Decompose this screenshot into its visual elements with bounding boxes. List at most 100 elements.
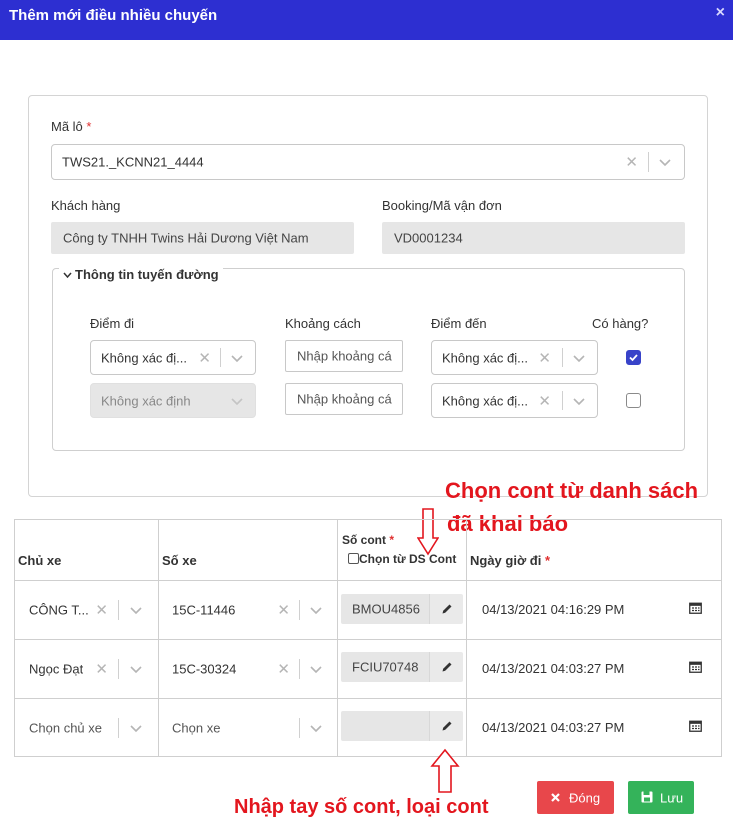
chevron-down-icon[interactable]: [129, 605, 143, 615]
cont-value: BMOU4856: [352, 601, 420, 617]
cont-input[interactable]: [341, 711, 429, 741]
col-divider: [337, 520, 338, 756]
header-cont: Số cont *: [342, 533, 395, 547]
select-divider: [562, 348, 563, 367]
booking-field: VD0001234: [382, 222, 685, 254]
checkmark-icon: [629, 354, 638, 362]
chevron-down-icon[interactable]: [572, 353, 586, 363]
departure-value[interactable]: 04/13/2021 04:03:27 PM: [482, 720, 624, 735]
calendar-icon[interactable]: [689, 720, 702, 732]
clear-icon[interactable]: ✕: [538, 392, 551, 410]
to-value: Không xác đị...: [442, 350, 528, 365]
choose-from-list-checkbox[interactable]: [348, 553, 359, 564]
khach-hang-field: Công ty TNHH Twins Hải Dương Việt Nam: [51, 222, 354, 254]
to-select[interactable]: Không xác đị... ✕: [431, 383, 598, 418]
owner-placeholder: Chọn chủ xe: [29, 720, 102, 736]
cont-input[interactable]: FCIU70748: [341, 652, 429, 682]
row-divider: [15, 580, 721, 581]
to-select[interactable]: Không xác đị... ✕: [431, 340, 598, 375]
chevron-down-icon[interactable]: [309, 664, 323, 674]
row-divider: [15, 639, 721, 640]
departure-value[interactable]: 04/13/2021 04:16:29 PM: [482, 602, 624, 617]
vehicle-value: 15C-11446: [172, 602, 236, 618]
distance-input[interactable]: Nhập khoảng cá: [285, 340, 403, 372]
row-divider: [15, 698, 721, 699]
chevron-down-icon[interactable]: [309, 723, 323, 733]
clear-icon[interactable]: ✕: [625, 153, 638, 171]
select-divider: [118, 718, 119, 738]
clear-icon[interactable]: ✕: [277, 660, 290, 678]
col-to-label: Điểm đến: [431, 316, 487, 331]
chevron-down-icon[interactable]: [572, 396, 586, 406]
clear-icon[interactable]: ✕: [95, 601, 108, 619]
from-select[interactable]: Không xác đị... ✕: [90, 340, 256, 375]
owner-value: CÔNG T...: [29, 602, 89, 618]
cont-value: FCIU70748: [352, 659, 419, 675]
close-icon[interactable]: ×: [716, 4, 725, 22]
calendar-icon[interactable]: [689, 661, 702, 673]
vehicle-select[interactable]: 15C-30324 ✕: [161, 651, 331, 687]
edit-cont-button[interactable]: [429, 652, 463, 682]
col-divider: [158, 520, 159, 756]
has-goods-checkbox[interactable]: [626, 350, 641, 365]
edit-cont-button[interactable]: [429, 711, 463, 741]
owner-select[interactable]: CÔNG T... ✕: [18, 592, 152, 628]
select-divider: [220, 348, 221, 367]
pencil-icon: [442, 604, 452, 614]
pencil-icon: [442, 662, 452, 672]
select-divider: [648, 152, 649, 172]
select-divider: [118, 659, 119, 679]
route-legend[interactable]: Thông tin tuyến đường: [59, 267, 223, 282]
annotation-top-line1: Chọn cont từ danh sách: [445, 478, 699, 503]
save-button-label: Lưu: [660, 790, 684, 805]
distance-input[interactable]: Nhập khoảng cá: [285, 383, 403, 415]
chevron-down-icon[interactable]: [129, 664, 143, 674]
save-button[interactable]: Lưu: [628, 781, 694, 814]
from-value: Không xác đị...: [101, 350, 187, 365]
col-divider: [466, 520, 467, 756]
chevron-icon: [63, 272, 72, 279]
clear-icon[interactable]: ✕: [95, 660, 108, 678]
select-divider: [299, 600, 300, 620]
cont-field[interactable]: BMOU4856: [341, 594, 463, 624]
owner-value: Ngọc Đạt: [29, 661, 84, 677]
header-owner: Chủ xe: [18, 553, 62, 568]
col-from-label: Điểm đi: [90, 316, 135, 331]
header-vehicle: Số xe: [162, 553, 197, 568]
chevron-down-icon[interactable]: [230, 353, 244, 363]
from-select-disabled: Không xác định: [90, 383, 256, 418]
arrow-up-icon: [430, 748, 460, 793]
khach-hang-value: Công ty TNHH Twins Hải Dương Việt Nam: [63, 230, 309, 246]
vehicle-placeholder: Chọn xe: [172, 720, 221, 736]
cont-input[interactable]: BMOU4856: [341, 594, 429, 624]
owner-select[interactable]: Chọn chủ xe: [18, 710, 152, 746]
select-divider: [118, 600, 119, 620]
close-button[interactable]: Đóng: [537, 781, 614, 814]
pencil-icon: [442, 721, 452, 731]
owner-select[interactable]: Ngọc Đạt ✕: [18, 651, 152, 687]
has-goods-checkbox[interactable]: [626, 393, 641, 408]
cont-field[interactable]: FCIU70748: [341, 652, 463, 682]
save-icon: [641, 791, 653, 803]
vehicle-select[interactable]: Chọn xe: [161, 710, 331, 746]
select-divider: [299, 659, 300, 679]
vehicle-value: 15C-30324: [172, 661, 237, 677]
clear-icon[interactable]: ✕: [538, 349, 551, 367]
chevron-down-icon[interactable]: [658, 157, 672, 167]
to-value: Không xác đị...: [442, 393, 528, 408]
header-departure: Ngày giờ đi *: [470, 553, 551, 568]
edit-cont-button[interactable]: [429, 594, 463, 624]
ma-lo-select[interactable]: TWS21._KCNN21_4444 ✕: [51, 144, 685, 180]
calendar-icon[interactable]: [689, 602, 702, 614]
departure-value[interactable]: 04/13/2021 04:03:27 PM: [482, 661, 624, 676]
booking-label: Booking/Mã vận đơn: [382, 198, 502, 213]
choose-from-list-option[interactable]: Chọn từ DS Cont: [348, 552, 456, 566]
choose-from-list-label: Chọn từ DS Cont: [359, 552, 457, 566]
clear-icon[interactable]: ✕: [198, 349, 211, 367]
vehicle-select[interactable]: 15C-11446 ✕: [161, 592, 331, 628]
cont-field[interactable]: [341, 711, 463, 741]
dialog-title: Thêm mới điều nhiều chuyến: [9, 7, 218, 24]
clear-icon[interactable]: ✕: [277, 601, 290, 619]
chevron-down-icon[interactable]: [129, 723, 143, 733]
chevron-down-icon[interactable]: [309, 605, 323, 615]
